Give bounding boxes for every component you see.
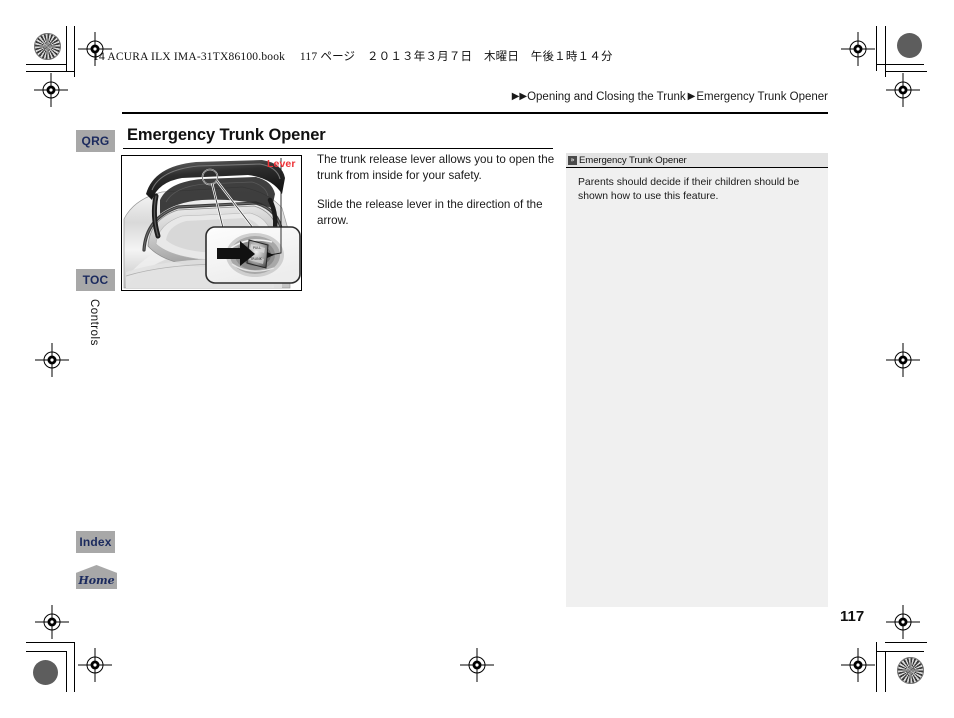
svg-text:TRUNK: TRUNK [249,257,262,261]
crop-mark-line [885,71,927,72]
svg-text:PULL: PULL [253,246,261,250]
crop-mark-line [876,64,924,65]
registration-crosshair-bottom-left [78,648,112,682]
chapter-label: Controls [88,299,100,346]
trunk-illustration-svg: PULL TRUNK [122,156,301,290]
registration-crosshair-right-middle [886,343,920,377]
crop-mark-line [26,64,67,65]
registration-crosshair-bottom-center [460,648,494,682]
breadcrumb-section[interactable]: Opening and Closing the Trunk [527,91,686,103]
sidebar-item-toc[interactable]: TOC [76,269,115,291]
home-button-label: Home [78,574,115,587]
halftone-target-bottom-right [897,657,924,684]
crop-mark-line [26,642,74,643]
crop-mark-line [74,642,75,692]
body-text: The trunk release lever allows you to op… [317,152,557,229]
crop-mark-line [885,26,886,77]
crop-mark-line [885,651,886,692]
body-paragraph-2: Slide the release lever in the direction… [317,198,543,227]
crop-mark-line [66,651,67,692]
body-paragraph-1: The trunk release lever allows you to op… [317,153,555,182]
halftone-target-top-left [34,33,61,60]
double-chevron-icon: » [568,155,577,165]
title-underline [123,148,553,150]
manual-page: 14 ACURA ILX IMA-31TX86100.book 117 ページ … [0,0,954,718]
toc-tab-label: TOC [82,273,109,287]
crop-mark-line [26,651,67,652]
note-panel: » Emergency Trunk Opener Parents should … [566,153,828,607]
breadcrumb: ▶▶ Opening and Closing the Trunk ▶ Emerg… [512,91,828,103]
qrg-tab-label: QRG [81,134,110,148]
registration-crosshair-right-lower [886,605,920,639]
registration-crosshair-bottom-right [841,648,875,682]
breadcrumb-single-arrow-icon: ▶ [687,91,696,102]
page-title: Emergency Trunk Opener [127,126,326,144]
sidebar-item-qrg[interactable]: QRG [76,130,115,152]
home-button[interactable]: Home [76,565,117,589]
crop-mark-line [876,651,924,652]
crop-mark-line [885,642,927,643]
registration-crosshair-left-lower [35,605,69,639]
note-panel-body: Parents should decide if their children … [566,168,828,203]
lever-callout-label: Lever [267,158,296,170]
registration-crosshair-left-middle [35,343,69,377]
registration-crosshair-left-upper [34,73,68,107]
header-divider [122,112,828,114]
note-panel-heading: Emergency Trunk Opener [579,154,687,166]
book-file-header: 14 ACURA ILX IMA-31TX86100.book 117 ページ … [93,51,613,63]
crop-mark-line [26,71,74,72]
trunk-illustration: PULL TRUNK [121,155,302,291]
breadcrumb-double-arrow-icon: ▶▶ [511,91,528,102]
sidebar-item-index[interactable]: Index [76,531,115,553]
solid-target-top-right [897,33,922,58]
page-number: 117 [840,608,865,625]
note-panel-header: » Emergency Trunk Opener [566,153,828,168]
breadcrumb-current-page: Emergency Trunk Opener [696,91,828,103]
registration-crosshair-right-upper [886,73,920,107]
crop-mark-line [74,26,75,77]
solid-target-bottom-left [33,660,58,685]
index-tab-label: Index [79,535,112,549]
note-panel-text: Parents should decide if their children … [578,177,800,202]
registration-crosshair-top-right [841,32,875,66]
crop-mark-line [876,642,877,692]
